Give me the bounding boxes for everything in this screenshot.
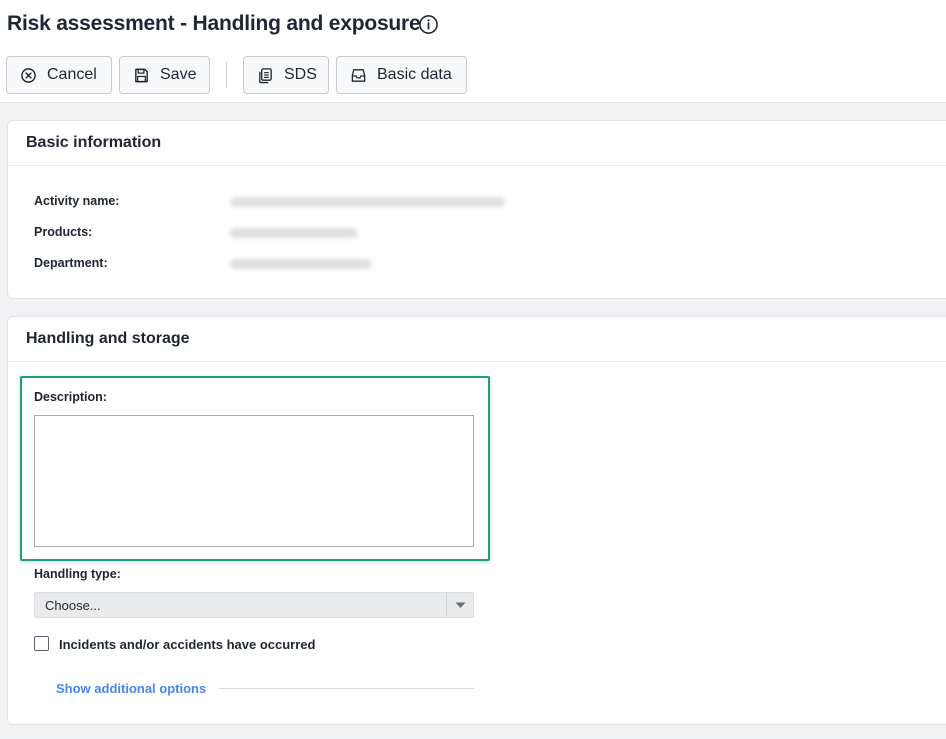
incidents-checkbox-label[interactable]: Incidents and/or accidents have occurred xyxy=(59,637,315,652)
sds-button[interactable]: SDS xyxy=(243,56,329,94)
caret-down-icon xyxy=(455,602,465,608)
close-circle-icon xyxy=(21,67,36,83)
inbox-tray-icon xyxy=(351,68,366,82)
products-label: Products: xyxy=(34,225,93,239)
department-label: Department: xyxy=(34,256,108,270)
activity-name-value-redacted xyxy=(230,197,505,207)
save-button[interactable]: Save xyxy=(119,56,210,94)
basic-data-button-label: Basic data xyxy=(377,66,452,83)
toolbar: Cancel Save SDS Basic data xyxy=(0,56,946,94)
department-value-redacted xyxy=(230,259,372,269)
additional-options-divider xyxy=(219,688,474,689)
products-value-redacted xyxy=(230,228,358,238)
floppy-disk-icon xyxy=(135,68,148,82)
handling-type-label: Handling type: xyxy=(34,567,121,581)
dropdown-toggle[interactable] xyxy=(446,593,473,617)
info-circle-icon[interactable] xyxy=(418,14,439,35)
cancel-button-label: Cancel xyxy=(47,66,97,83)
basic-information-title: Basic information xyxy=(26,134,162,151)
save-button-label: Save xyxy=(160,66,197,83)
handling-storage-title: Handling and storage xyxy=(26,330,190,347)
basic-data-button[interactable]: Basic data xyxy=(336,56,467,94)
handling-type-select[interactable]: Choose... xyxy=(34,592,474,618)
page-header: Risk assessment - Handling and exposure … xyxy=(0,0,946,102)
incidents-checkbox[interactable] xyxy=(34,636,49,651)
cancel-button[interactable]: Cancel xyxy=(6,56,112,94)
page-title: Risk assessment - Handling and exposure xyxy=(7,12,421,35)
toolbar-separator xyxy=(226,62,227,88)
documents-icon xyxy=(259,67,272,83)
description-label: Description: xyxy=(34,390,107,404)
description-textarea[interactable] xyxy=(34,415,474,547)
handling-type-selected-value: Choose... xyxy=(45,597,101,613)
activity-name-label: Activity name: xyxy=(34,194,120,208)
basic-information-card: Basic information Activity name: Product… xyxy=(7,120,946,299)
show-additional-options-link[interactable]: Show additional options xyxy=(56,681,206,696)
card-divider xyxy=(8,361,946,362)
sds-button-label: SDS xyxy=(284,66,317,83)
card-divider xyxy=(8,165,946,166)
